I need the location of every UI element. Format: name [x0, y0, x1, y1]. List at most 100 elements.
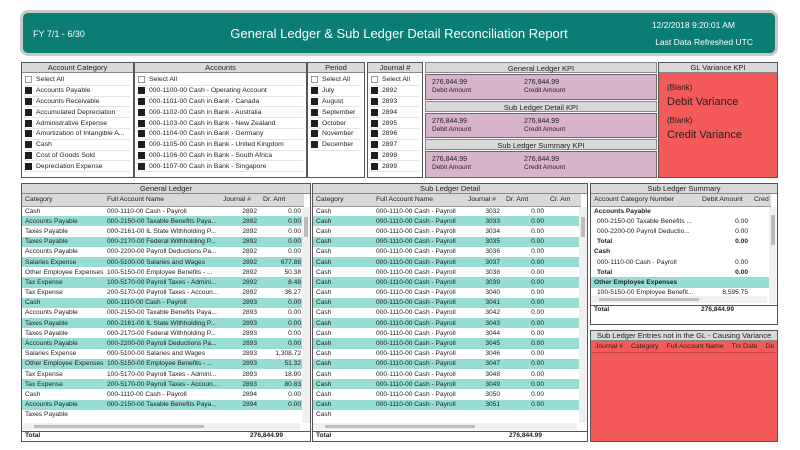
column-header[interactable]: Journal # — [591, 343, 627, 350]
slicer-option[interactable]: 2895 — [371, 118, 419, 129]
column-header[interactable]: Journal # — [220, 194, 260, 207]
column-header[interactable]: Category — [22, 194, 104, 207]
checkbox-icon[interactable] — [138, 108, 145, 116]
column-header[interactable]: Category — [313, 194, 373, 207]
column-header[interactable]: Journal # — [465, 194, 503, 207]
table-row[interactable]: Cash 000-1110-00 Cash - Payroll 3045 0.00 — [313, 338, 581, 349]
slicer-option[interactable]: October — [311, 118, 361, 129]
table-row[interactable]: Cash 000-1110-00 Cash - Payroll 3042 0.00 — [313, 308, 581, 318]
checkbox-icon[interactable] — [311, 87, 318, 95]
table-row[interactable]: Cash 000-1110-00 Cash - Payroll 3038 0.00 — [313, 267, 581, 277]
slicer-option[interactable]: Cash — [25, 140, 130, 151]
checkbox-icon[interactable] — [25, 97, 32, 105]
checkbox-icon[interactable] — [25, 76, 32, 84]
checkbox-icon[interactable] — [311, 130, 318, 138]
table-row[interactable]: Cash 000-1110-00 Cash - Payroll 3032 0.00 — [313, 206, 581, 216]
table-row[interactable]: Cash 000-1110-00 Cash - Payroll 2893 0.00 — [22, 297, 304, 308]
column-header[interactable]: Account Category Number — [591, 194, 699, 207]
table-row[interactable]: Cash 000-1110-00 Cash - Payroll 3050 0.00 — [313, 389, 581, 399]
sls-horizontal-scrollbar[interactable] — [591, 296, 767, 303]
summary-row[interactable]: 000-1110-00 Cash - Payroll 0.00 — [591, 257, 771, 267]
checkbox-icon[interactable] — [25, 151, 32, 159]
checkbox-icon[interactable] — [138, 97, 145, 105]
table-row[interactable]: Cash 000-1110-00 Cash - Payroll 3040 0.00 — [313, 288, 581, 298]
slicer-option[interactable]: 2892 — [371, 86, 419, 97]
slicer-option[interactable]: 000-1100-00 Cash - Operating Account — [138, 86, 303, 97]
column-header[interactable]: Cred — [751, 194, 771, 207]
checkbox-icon[interactable] — [371, 108, 378, 116]
table-row[interactable]: Salaries Expense 000-5100-00 Salaries and… — [22, 256, 304, 268]
table-row[interactable]: Cash 000-1110-00 Cash - Payroll 3044 0.00 — [313, 328, 581, 338]
table-row[interactable]: Taxes Payable 000-2170-00 Federal Withhol… — [22, 328, 304, 338]
slicer-option[interactable]: Administrative Expense — [25, 118, 130, 129]
slicer-option[interactable]: Depreciation Expense — [25, 161, 130, 173]
summary-row[interactable]: Total 0.00 — [591, 237, 771, 247]
column-header[interactable]: Cr. Am — [547, 194, 581, 207]
sld-horizontal-scrollbar[interactable] — [313, 423, 577, 430]
checkbox-icon[interactable] — [25, 108, 32, 116]
column-header[interactable]: Full Account Name — [104, 194, 220, 207]
table-row[interactable]: Cash 000-1110-00 Cash - Payroll 3043 0.00 — [313, 318, 581, 329]
table-row[interactable]: Tax Expense 100-5170-00 Payroll Taxes - A… — [22, 369, 304, 379]
table-row[interactable]: Cash 000-1110-00 Cash - Payroll 3046 0.00 — [313, 349, 581, 359]
table-row[interactable]: Cash 000-1110-00 Cash - Payroll 3047 0.00 — [313, 358, 581, 369]
table-row[interactable]: Cash — [313, 410, 581, 420]
gl-vertical-scrollbar[interactable] — [302, 207, 310, 423]
checkbox-icon[interactable] — [25, 87, 32, 95]
column-header[interactable]: Category — [627, 343, 663, 350]
checkbox-icon[interactable] — [371, 87, 378, 95]
summary-row[interactable]: Accounts Payable — [591, 206, 771, 216]
column-header[interactable]: Full Account Name — [373, 194, 465, 207]
checkbox-icon[interactable] — [138, 87, 145, 95]
slicer-option[interactable]: Select All — [25, 75, 130, 86]
table-row[interactable]: Cash 000-1110-00 Cash - Payroll 3036 0.00 — [313, 247, 581, 257]
checkbox-icon[interactable] — [371, 162, 378, 170]
slicer-option[interactable]: Accumulated Depreciation — [25, 107, 130, 119]
slicer-option[interactable]: Cost of Goods Sold — [25, 151, 130, 162]
table-row[interactable]: Cash 000-1110-00 Cash - Payroll 3051 0.00 — [313, 399, 581, 410]
table-row[interactable]: Cash 000-1110-00 Cash - Payroll 3033 0.00 — [313, 216, 581, 227]
slicer-option[interactable]: August — [311, 97, 361, 108]
column-header[interactable]: De — [761, 343, 778, 350]
checkbox-icon[interactable] — [25, 119, 32, 127]
table-row[interactable]: Salaries Expense 000-5100-00 Salaries and… — [22, 349, 304, 359]
table-row[interactable]: Cash 000-1110-00 Cash - Payroll 3049 0.00 — [313, 379, 581, 390]
table-row[interactable]: Other Employee Expenses 100-5150-00 Emplo… — [22, 358, 304, 369]
slicer-option[interactable]: November — [311, 129, 361, 140]
checkbox-icon[interactable] — [25, 130, 32, 138]
table-row[interactable]: Taxes Payable 000-2161-00 IL State Withho… — [22, 318, 304, 329]
table-row[interactable]: Taxes Payable 000-2170-00 Federal Withhol… — [22, 236, 304, 247]
table-row[interactable]: Other Employee Expenses 100-5150-00 Emplo… — [22, 267, 304, 277]
summary-row[interactable]: Cash — [591, 247, 771, 257]
table-row[interactable]: Cash 000-1110-00 Cash - Payroll 3048 0.00 — [313, 369, 581, 379]
column-header[interactable]: Dr. Amt — [503, 194, 547, 207]
checkbox-icon[interactable] — [371, 76, 378, 84]
table-row[interactable]: Accounts Payable 000-2200-00 Payroll Dedu… — [22, 247, 304, 257]
checkbox-icon[interactable] — [371, 141, 378, 149]
sls-vertical-scrollbar[interactable] — [769, 207, 777, 304]
checkbox-icon[interactable] — [311, 119, 318, 127]
slicer-option[interactable]: 2898 — [371, 151, 419, 162]
table-row[interactable]: Tax Expense 200-5170-00 Payroll Taxes - A… — [22, 379, 304, 390]
slicer-option[interactable]: 2894 — [371, 107, 419, 119]
table-row[interactable]: Taxes Payable 000-2161-00 IL State Withho… — [22, 226, 304, 236]
column-header[interactable]: Dr. Amt — [260, 194, 304, 207]
slicer-option[interactable]: 2897 — [371, 140, 419, 151]
table-row[interactable]: Tax Expense 100-5170-00 Payroll Taxes - A… — [22, 277, 304, 288]
checkbox-icon[interactable] — [25, 162, 32, 170]
table-row[interactable]: Cash 000-1110-00 Cash - Payroll 3034 0.00 — [313, 226, 581, 236]
slicer-option[interactable]: Accounts Payable — [25, 86, 130, 97]
table-row[interactable]: Accounts Payable 000-2150-00 Taxable Bene… — [22, 216, 304, 227]
checkbox-icon[interactable] — [371, 97, 378, 105]
table-row[interactable]: Tax Expense 200-5170-00 Payroll Taxes - A… — [22, 288, 304, 298]
slicer-option[interactable]: 2896 — [371, 129, 419, 140]
summary-row[interactable]: 000-2150-00 Taxable Benefits ... 0.00 — [591, 216, 771, 226]
table-row[interactable]: Cash 000-1110-00 Cash - Payroll 3035 0.00 — [313, 236, 581, 247]
table-row[interactable]: Accounts Payable 000-2150-00 Taxable Bene… — [22, 308, 304, 318]
slicer-option[interactable]: 000-1104-00 Cash in Bank - Germany — [138, 129, 303, 140]
summary-row[interactable]: Other Employee Expenses — [591, 277, 771, 288]
slicer-option[interactable]: 000-1106-00 Cash in Bank - South Africa — [138, 151, 303, 162]
checkbox-icon[interactable] — [371, 151, 378, 159]
column-header[interactable]: Full Account Name — [663, 343, 728, 350]
slicer-option[interactable]: 000-1102-00 Cash in Bank - Australia — [138, 107, 303, 119]
